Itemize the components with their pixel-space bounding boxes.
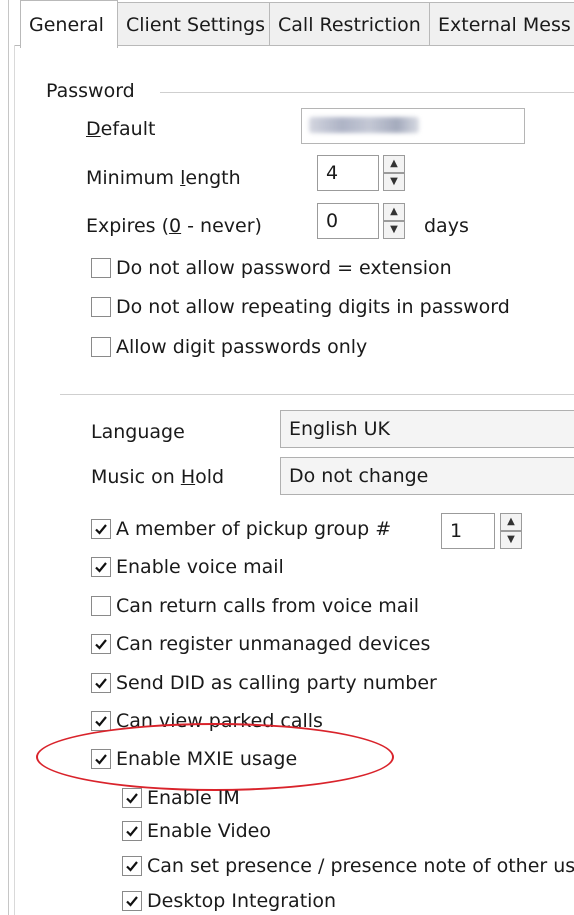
checkbox-label: Do not allow repeating digits in passwor…: [116, 296, 510, 318]
checkbox-label: A member of pickup group #: [116, 518, 392, 540]
expires-spinner[interactable]: ▲ ▼: [383, 203, 405, 239]
checkbox-box[interactable]: [91, 711, 111, 731]
check-icon: [95, 678, 107, 689]
check-icon: [95, 639, 107, 650]
tab-client-settings[interactable]: Client Settings: [117, 2, 270, 46]
group-divider: [160, 92, 574, 93]
tab-general[interactable]: General: [20, 0, 118, 48]
window-edge: [8, 0, 9, 915]
music-on-hold-label: Music on Hold: [91, 466, 225, 488]
checkbox-box[interactable]: [122, 891, 142, 911]
check-icon: [126, 861, 138, 872]
checkbox-box[interactable]: [91, 337, 111, 357]
checkbox-label: Do not allow password = extension: [116, 257, 452, 279]
checkbox-label: Send DID as calling party number: [116, 672, 437, 694]
checkbox-box[interactable]: [91, 596, 111, 616]
checkbox-box[interactable]: [91, 673, 111, 693]
checkbox-digit-passwords-only[interactable]: Allow digit passwords only: [91, 333, 367, 361]
tab-label: General: [29, 14, 104, 36]
tab-label: Client Settings: [126, 14, 265, 36]
checkbox-set-presence[interactable]: Can set presence / presence note of othe…: [122, 852, 574, 880]
check-icon: [126, 896, 138, 907]
spin-down-icon[interactable]: ▼: [383, 221, 405, 239]
checkbox-enable-video[interactable]: Enable Video: [122, 817, 271, 845]
panel-border: [14, 45, 15, 915]
default-label: Default: [86, 118, 156, 140]
checkbox-send-did[interactable]: Send DID as calling party number: [91, 669, 437, 697]
checkbox-label: Can register unmanaged devices: [116, 633, 431, 655]
checkbox-enable-im[interactable]: Enable IM: [122, 784, 240, 812]
minimum-length-input[interactable]: 4: [317, 155, 379, 191]
music-on-hold-select[interactable]: Do not change: [280, 457, 574, 495]
spin-up-icon[interactable]: ▲: [500, 513, 522, 531]
highlight-ellipse-annotation: [36, 723, 394, 791]
checkbox-label: Allow digit passwords only: [116, 336, 368, 358]
checkbox-register-unmanaged-devices[interactable]: Can register unmanaged devices: [91, 630, 430, 658]
section-divider: [60, 394, 574, 395]
check-icon: [126, 793, 138, 804]
checkbox-desktop-integration[interactable]: Desktop Integration: [122, 887, 336, 915]
expires-label: Expires (0 - never): [86, 215, 262, 237]
checkbox-label: Enable voice mail: [116, 556, 284, 578]
checkbox-label: Enable IM: [147, 787, 240, 809]
checkbox-label: Can return calls from voice mail: [116, 595, 419, 617]
pickup-group-input[interactable]: 1: [441, 513, 495, 549]
checkbox-box[interactable]: [91, 634, 111, 654]
check-icon: [126, 826, 138, 837]
language-label: Language: [91, 421, 185, 443]
checkbox-label: Can set presence / presence note of othe…: [147, 855, 574, 877]
password-group-label: Password: [46, 80, 135, 102]
checkbox-return-calls-voice-mail[interactable]: Can return calls from voice mail: [91, 592, 419, 620]
minimum-length-spinner[interactable]: ▲ ▼: [383, 155, 405, 191]
checkbox-pickup-group[interactable]: A member of pickup group #: [91, 515, 391, 543]
checkbox-box[interactable]: [91, 557, 111, 577]
checkbox-box[interactable]: [91, 519, 111, 539]
check-icon: [95, 716, 107, 727]
checkbox-label: Desktop Integration: [147, 890, 337, 912]
spin-up-icon[interactable]: ▲: [383, 155, 405, 173]
checkbox-box[interactable]: [122, 788, 142, 808]
masked-password-value: [309, 117, 419, 133]
checkbox-box[interactable]: [122, 821, 142, 841]
checkbox-no-repeating-digits[interactable]: Do not allow repeating digits in passwor…: [91, 293, 510, 321]
tab-call-restriction[interactable]: Call Restriction: [269, 2, 430, 46]
spin-down-icon[interactable]: ▼: [500, 531, 522, 549]
expires-input[interactable]: 0: [317, 203, 379, 239]
spin-down-icon[interactable]: ▼: [383, 173, 405, 191]
checkbox-box[interactable]: [91, 258, 111, 278]
check-icon: [95, 524, 107, 535]
tab-external-messaging[interactable]: External Mess: [429, 2, 574, 46]
tab-label: External Mess: [438, 14, 571, 36]
check-icon: [95, 562, 107, 573]
checkbox-label: Enable Video: [147, 820, 271, 842]
pickup-group-spinner[interactable]: ▲ ▼: [500, 513, 522, 549]
language-select[interactable]: English UK: [280, 410, 574, 448]
expires-unit: days: [424, 215, 469, 237]
minimum-length-label: Minimum length: [86, 167, 241, 189]
tab-label: Call Restriction: [278, 14, 421, 36]
checkbox-box[interactable]: [122, 856, 142, 876]
checkbox-no-password-extension[interactable]: Do not allow password = extension: [91, 254, 452, 282]
checkbox-enable-voice-mail[interactable]: Enable voice mail: [91, 553, 284, 581]
checkbox-box[interactable]: [91, 297, 111, 317]
spin-up-icon[interactable]: ▲: [383, 203, 405, 221]
